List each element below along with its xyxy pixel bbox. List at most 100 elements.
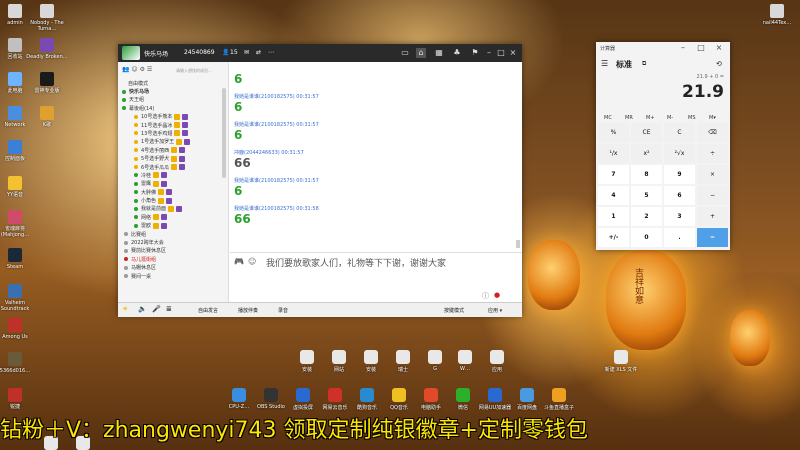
grid-icon[interactable]: ▦ — [434, 48, 444, 58]
tree-item[interactable]: 冷桂 — [122, 172, 222, 180]
calc-key[interactable]: ¹/x — [598, 144, 629, 163]
desktop-icon-right[interactable]: nail44Tex… — [756, 4, 798, 26]
gamepad-input-icon[interactable]: 🎮 — [234, 257, 244, 266]
calc-key[interactable]: +/- — [598, 228, 629, 247]
tree-item[interactable]: 雷鹰 — [122, 180, 222, 188]
desktop-icon[interactable]: CPU-Z… — [222, 388, 256, 410]
desktop-icon[interactable]: 百度网盘 — [510, 388, 544, 411]
calc-key[interactable]: 9 — [664, 165, 695, 184]
desktop-icon[interactable]: 酷狗音乐 — [350, 388, 384, 411]
desktop-icon[interactable]: YY语音 — [0, 176, 36, 198]
apply-toggle[interactable]: 应用 ▾ — [488, 307, 502, 314]
desktop-icon[interactable]: Nobody - The Turnа… — [26, 4, 68, 32]
calc-minimize-icon[interactable]: – — [678, 43, 688, 53]
tree-item[interactable]: 11号选手晶冰 — [122, 122, 222, 130]
gamepad-icon[interactable]: ♣ — [452, 48, 462, 58]
calc-key[interactable]: 6 — [664, 186, 695, 205]
desktop-icon[interactable]: Among Us — [0, 318, 36, 340]
desktop-icon[interactable]: 安装 — [290, 350, 324, 373]
record-dot-icon[interactable]: ● — [494, 291, 500, 299]
calc-key[interactable]: 8 — [631, 165, 662, 184]
more-icon[interactable]: ⋯ — [268, 49, 274, 56]
close-icon[interactable]: × — [508, 48, 518, 58]
desktop-icon[interactable]: 瑞士 — [386, 350, 420, 373]
calc-key[interactable]: ÷ — [697, 144, 728, 163]
calc-key[interactable]: x² — [631, 144, 662, 163]
tree-item[interactable]: 小角色 — [122, 197, 222, 205]
chat-icon[interactable]: ☺ — [131, 66, 137, 73]
home-icon[interactable]: ⌂ — [416, 48, 426, 58]
free-mode-button[interactable]: 自由发言 — [198, 307, 218, 314]
calc-key[interactable]: C — [664, 123, 695, 142]
tree-item[interactable]: 马儿逛街组 — [122, 256, 222, 264]
calc-key[interactable]: 5 — [631, 186, 662, 205]
tree-item[interactable]: 1号选手加罗王 — [122, 138, 222, 146]
desktop-icon[interactable]: 应用 — [480, 350, 514, 373]
message-scrollbar[interactable] — [516, 240, 520, 248]
tree-item[interactable]: 5号选手野犬 — [122, 155, 222, 163]
tree-mode-title[interactable]: 自由模式 — [128, 80, 148, 87]
member-icon[interactable]: 👥 — [122, 66, 129, 73]
minimize-icon[interactable]: – — [484, 48, 494, 58]
desktop-icon[interactable]: 网易UU加速器 — [478, 388, 512, 411]
mic-icon[interactable]: 🎤 — [152, 305, 161, 313]
maximize-icon[interactable]: □ — [496, 48, 506, 58]
tree-item[interactable]: 比赛组 — [122, 231, 222, 239]
calc-key[interactable]: − — [697, 186, 728, 205]
calc-key[interactable]: 4 — [598, 186, 629, 205]
pin-icon[interactable]: ⚑ — [470, 48, 480, 58]
sun-icon[interactable]: ☀ — [122, 305, 128, 313]
calc-close-icon[interactable]: × — [714, 43, 724, 53]
desktop-icon[interactable]: Deadly Broken… — [26, 38, 68, 60]
volume-icon[interactable]: ≣ — [166, 305, 172, 313]
settings-icon[interactable]: ⚙ — [140, 66, 145, 73]
memory-button[interactable]: MR — [625, 115, 633, 121]
desktop-icon[interactable]: OBS Studio — [254, 388, 288, 410]
desktop-icon[interactable]: 5366d016… — [0, 352, 36, 374]
calc-key[interactable]: 1 — [598, 207, 629, 226]
tree-item[interactable]: 快乐马场 — [122, 88, 222, 96]
desktop-icon[interactable]: 虚拟投屏 — [286, 388, 320, 411]
record-button[interactable]: 录音 — [278, 307, 288, 314]
desktop-icon[interactable]: 微信 — [446, 388, 480, 411]
desktop-icon[interactable]: 锐捷 — [0, 388, 36, 410]
tree-item[interactable]: 赛前比赛休息区 — [122, 247, 222, 255]
tree-item[interactable]: 6号选手瓜瓜 — [122, 164, 222, 172]
memory-button[interactable]: M- — [667, 115, 673, 121]
screen-icon[interactable]: ▭ — [400, 48, 410, 58]
message-input[interactable]: 我们要放歌家人们，礼物等下下谢，谢谢大家 — [266, 259, 466, 270]
tree-item[interactable]: 13号选手鸡翅 — [122, 130, 222, 138]
play-music-button[interactable]: 播放伴奏 — [238, 307, 258, 314]
calc-key[interactable]: 0 — [631, 228, 662, 247]
desktop-icon[interactable]: G — [418, 350, 452, 372]
tree-item[interactable]: 4号选手丽西 — [122, 147, 222, 155]
calc-key[interactable]: . — [664, 228, 695, 247]
info-icon[interactable]: ⓘ — [482, 291, 489, 301]
tree-item[interactable]: 大胖佛 — [122, 189, 222, 197]
message-icon[interactable]: ✉ — [244, 49, 249, 56]
calc-key[interactable]: × — [697, 165, 728, 184]
tree-item[interactable]: 马棚休息区 — [122, 264, 222, 272]
desktop-icon[interactable]: Valheim Soundtrack — [0, 284, 36, 312]
chat-title-bar[interactable]: 快乐马场 24540869 👤 15 ✉ ⇄ ⋯ ▭ ⌂ ▦ ♣ ⚑ – □ × — [118, 44, 522, 62]
desktop-icon[interactable]: 雷神专业版 — [26, 72, 68, 94]
tree-item[interactable]: 赛间一桌 — [122, 273, 222, 281]
calc-key[interactable]: ⌫ — [697, 123, 728, 142]
calc-key[interactable]: ²√x — [664, 144, 695, 163]
tree-item[interactable]: 10号选手熊本 — [122, 113, 222, 121]
desktop-icon[interactable]: 雀魂麻将(Mahjong… — [0, 210, 36, 238]
desktop-icon[interactable]: K歌 — [26, 106, 68, 128]
memory-button[interactable]: MS — [688, 115, 696, 121]
desktop-icon[interactable]: 网站 — [322, 350, 356, 373]
desktop-icon[interactable]: 安装 — [354, 350, 388, 373]
desktop-icon[interactable]: 斗鱼直播盒子 — [542, 388, 576, 411]
calc-key[interactable]: 2 — [631, 207, 662, 226]
tree-item[interactable]: 我就是前面 — [122, 205, 222, 213]
list-icon[interactable]: ☰ — [147, 66, 152, 73]
desktop-icon[interactable]: 控制面板 — [0, 140, 36, 162]
history-icon[interactable]: ⟲ — [716, 60, 722, 68]
menu-icon[interactable]: ☰ — [601, 59, 608, 68]
calc-key[interactable]: 3 — [664, 207, 695, 226]
share-icon[interactable]: ⇄ — [256, 49, 261, 56]
desktop-icon[interactable]: QQ音乐 — [382, 388, 416, 411]
